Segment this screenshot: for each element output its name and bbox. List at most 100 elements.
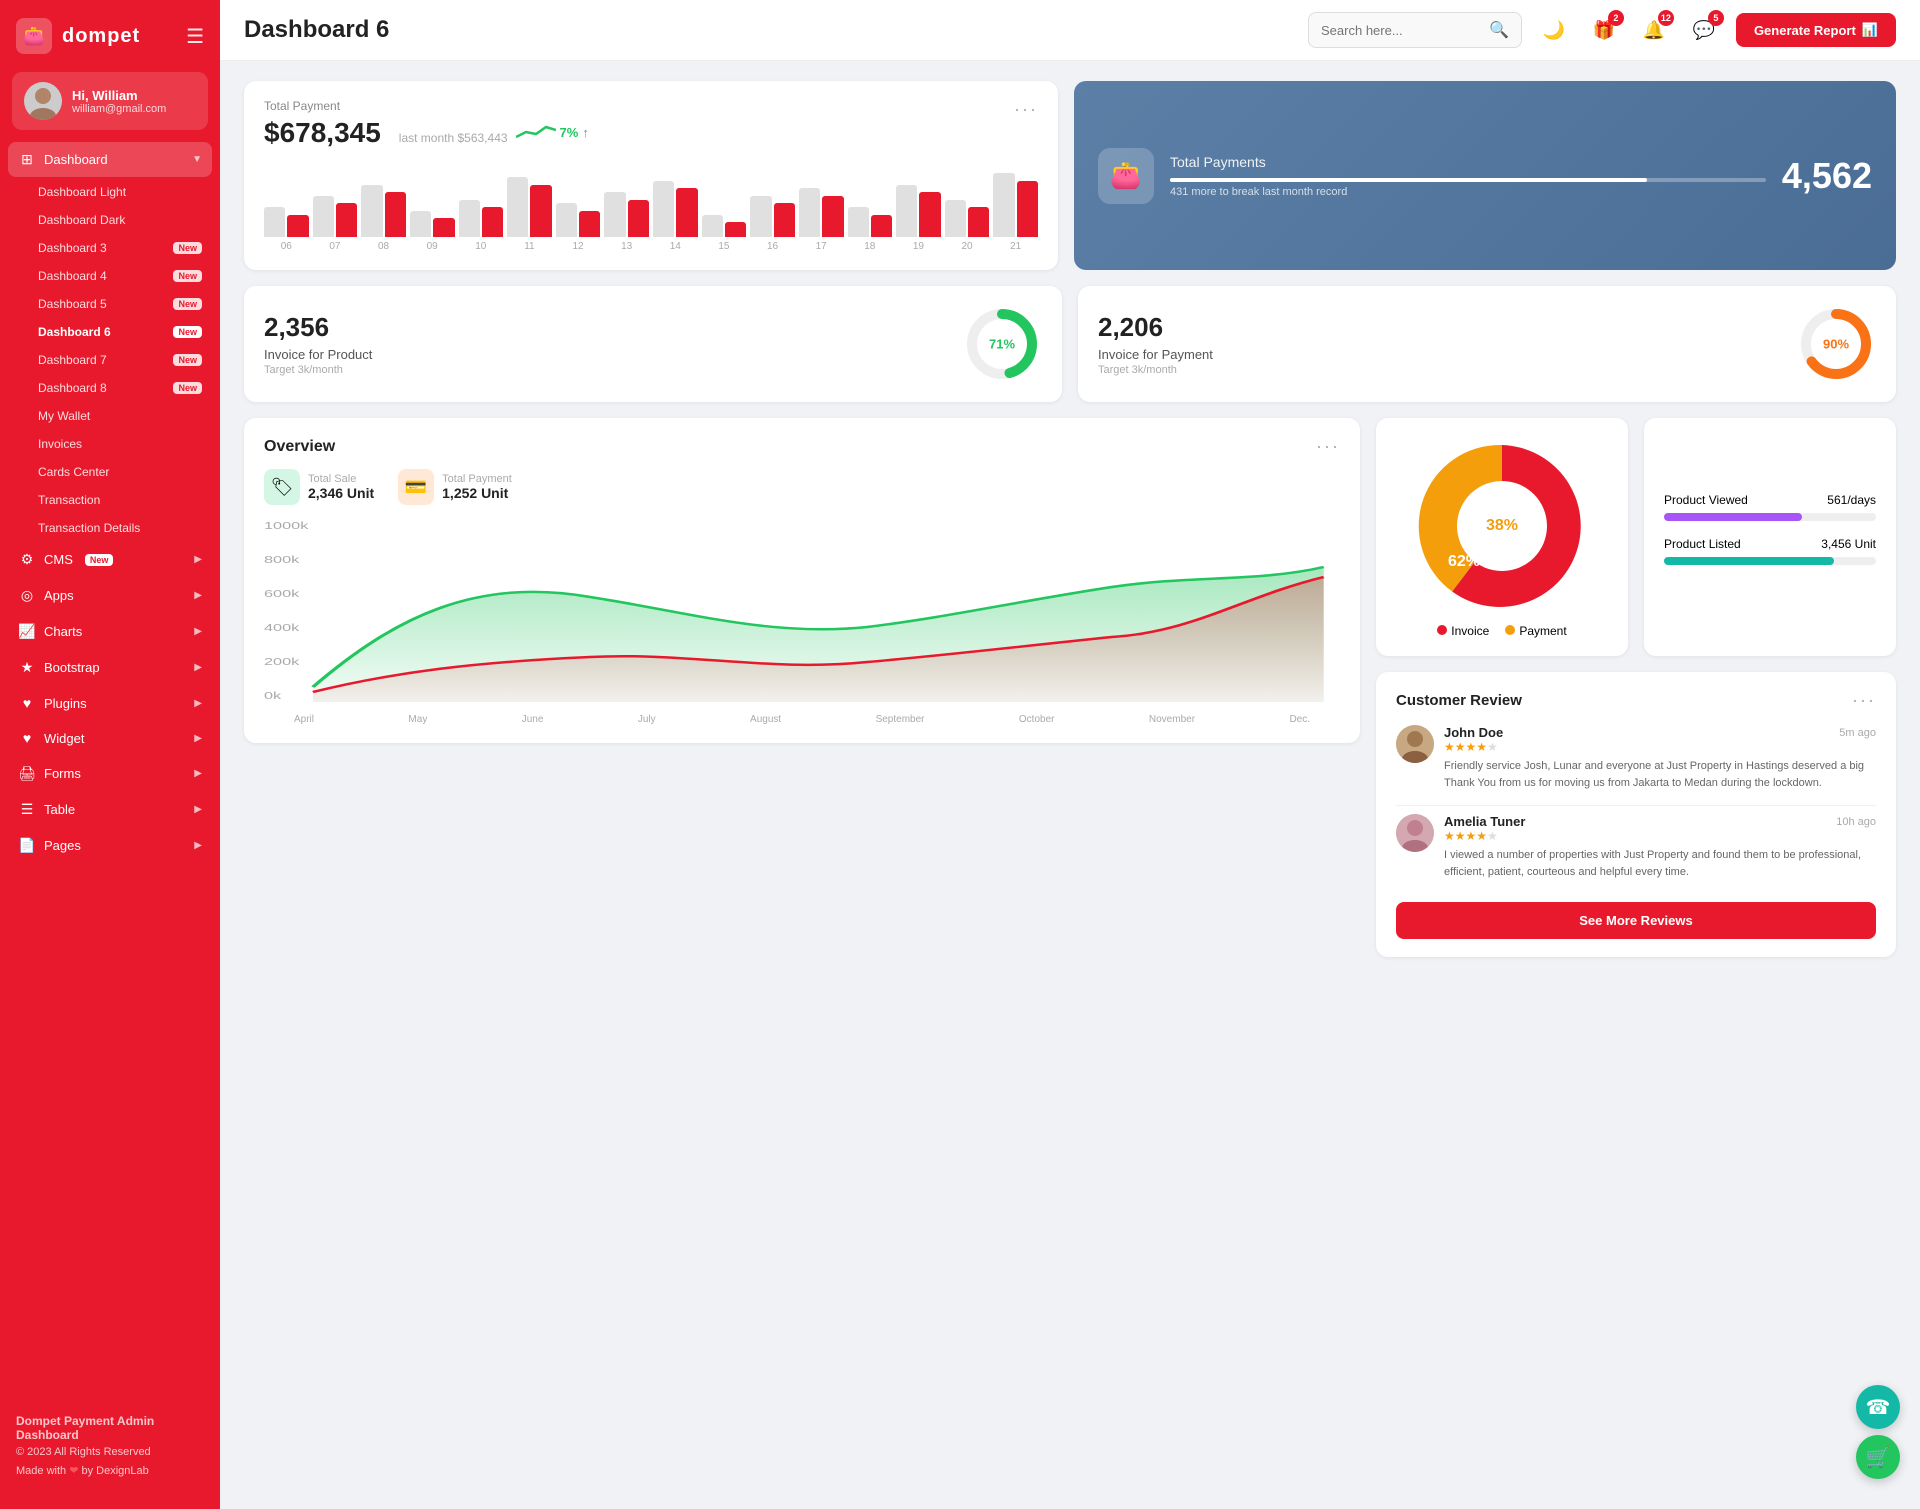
bar-group (459, 200, 504, 238)
bell-badge: 12 (1658, 10, 1674, 26)
inv-payment-number: 2,206 (1098, 312, 1213, 343)
review-more-button[interactable]: ··· (1852, 690, 1876, 711)
bar-gray (604, 192, 625, 237)
nav-item-bootstrap[interactable]: ★ Bootstrap ▶ (8, 650, 212, 685)
bar-group (507, 177, 552, 237)
nav-sub-item-dashboard-dark[interactable]: Dashboard Dark (28, 206, 212, 234)
nav-sub-item-dashboard3[interactable]: Dashboard 3 New (28, 234, 212, 262)
bar-red (676, 188, 697, 237)
nav-sub-menu: Dashboard Light Dashboard Dark Dashboard… (8, 178, 212, 542)
topbar: Dashboard 6 🔍 🌙 🎁 2 🔔 12 💬 5 Gen (220, 0, 1920, 61)
pie-legend: Invoice Payment (1437, 624, 1566, 638)
widget-icon: ♥ (18, 730, 36, 746)
footer-made: Made with ❤ by DexignLab (16, 1464, 204, 1477)
theme-toggle-button[interactable]: 🌙 (1536, 12, 1572, 48)
nav-sub-item-invoices[interactable]: Invoices (28, 430, 212, 458)
search-box[interactable]: 🔍 (1308, 12, 1522, 48)
nav-sub-item-dashboard5[interactable]: Dashboard 5 New (28, 290, 212, 318)
review-name-2: Amelia Tuner (1444, 814, 1525, 829)
bar-group (993, 173, 1038, 237)
review-stars-1: ★★★★★ (1444, 740, 1876, 754)
bar-red (579, 211, 600, 237)
see-more-reviews-button[interactable]: See More Reviews (1396, 902, 1876, 939)
nav-sub-item-dashboard7[interactable]: Dashboard 7 New (28, 346, 212, 374)
bar-labels: 06070809101112131415161718192021 (264, 241, 1038, 252)
forms-icon: 🖨 (18, 765, 36, 782)
nav-item-plugins[interactable]: ♥ Plugins ▶ (8, 686, 212, 720)
tp-header: Total Payment $678,345 last month $563,4… (264, 99, 1038, 149)
bar-group (604, 192, 649, 237)
tp-more-button[interactable]: ··· (1014, 99, 1038, 120)
review-item-1: John Doe 5m ago ★★★★★ Friendly service J… (1396, 725, 1876, 791)
nav-item-widget[interactable]: ♥ Widget ▶ (8, 721, 212, 755)
nav-sub-item-dashboard-light[interactable]: Dashboard Light (28, 178, 212, 206)
bar-group (556, 203, 601, 237)
support-float-button[interactable]: ☎ (1856, 1385, 1900, 1429)
row-2: 2,356 Invoice for Product Target 3k/mont… (244, 286, 1896, 402)
wallet-icon: 👛 (1098, 148, 1154, 204)
nav-sub-item-dashboard6[interactable]: Dashboard 6 New (28, 318, 212, 346)
sidebar: 👛 dompet ☰ Hi, William william@gmail.com… (0, 0, 220, 1509)
total-sale-label: Total Sale (308, 473, 374, 485)
bar-red (530, 185, 551, 238)
nav-item-pages[interactable]: 📄 Pages ▶ (8, 828, 212, 863)
nav-sub-item-transaction[interactable]: Transaction (28, 486, 212, 514)
bar-chart-icon: 📊 (1862, 22, 1878, 38)
nav-item-charts[interactable]: 📈 Charts ▶ (8, 614, 212, 649)
bar-group (702, 215, 747, 238)
nav-sub-item-transaction-details[interactable]: Transaction Details (28, 514, 212, 542)
support-icon: ☎ (1866, 1395, 1891, 1420)
overview-more-button[interactable]: ··· (1316, 436, 1340, 457)
gift-badge: 2 (1608, 10, 1624, 26)
overview-card: Overview ··· 🏷 Total Sale 2,346 Unit 💳 (244, 418, 1360, 743)
plugins-icon: ♥ (18, 695, 36, 711)
tp-amount: $678,345 (264, 117, 381, 149)
bar-group (313, 196, 358, 237)
cart-float-button[interactable]: 🛒 (1856, 1435, 1900, 1479)
gift-button[interactable]: 🎁 2 (1586, 12, 1622, 48)
bar-red (919, 192, 940, 237)
nav-section: ⊞ Dashboard ▼ Dashboard Light Dashboard … (0, 142, 220, 864)
bell-button[interactable]: 🔔 12 (1636, 12, 1672, 48)
charts-icon: 📈 (18, 623, 36, 640)
bar-group (361, 185, 406, 238)
bar-gray (799, 188, 820, 237)
tpb-number: 4,562 (1782, 155, 1872, 197)
search-input[interactable] (1321, 23, 1481, 38)
generate-report-button[interactable]: Generate Report 📊 (1736, 13, 1896, 47)
nav-item-dashboard[interactable]: ⊞ Dashboard ▼ (8, 142, 212, 177)
inv-product-target: Target 3k/month (264, 364, 372, 376)
bar-gray (750, 196, 771, 237)
nav-sub-item-dashboard4[interactable]: Dashboard 4 New (28, 262, 212, 290)
chat-button[interactable]: 💬 5 (1686, 12, 1722, 48)
right-column: 38% 62% Invoice Payment Pr (1376, 418, 1896, 957)
bootstrap-icon: ★ (18, 659, 36, 676)
product-listed-bar (1664, 557, 1834, 565)
nav-sub-item-dashboard8[interactable]: Dashboard 8 New (28, 374, 212, 402)
nav-item-apps[interactable]: ◎ Apps ▶ (8, 578, 212, 613)
bar-group (410, 211, 455, 237)
sidebar-footer: Dompet Payment Admin Dashboard © 2023 Al… (0, 1398, 220, 1493)
nav-item-cms[interactable]: ⚙ CMS New ▶ (8, 542, 212, 577)
bar-gray (264, 207, 285, 237)
user-email: william@gmail.com (72, 103, 166, 115)
nav-sub-item-cards-center[interactable]: Cards Center (28, 458, 212, 486)
nav-sub-item-mywallet[interactable]: My Wallet (28, 402, 212, 430)
bar-gray (459, 200, 480, 238)
nav-item-forms[interactable]: 🖨 Forms ▶ (8, 756, 212, 791)
product-viewed-value: 561/days (1827, 493, 1876, 507)
bar-red (871, 215, 892, 238)
bar-group (945, 200, 990, 238)
bar-group (896, 185, 941, 238)
bar-red (336, 203, 357, 237)
nav-item-table[interactable]: ☰ Table ▶ (8, 792, 212, 827)
payment-legend-dot (1505, 625, 1515, 635)
bar-gray (410, 211, 431, 237)
bar-gray (945, 200, 966, 238)
hamburger-button[interactable]: ☰ (186, 24, 204, 49)
tpb-sub: 431 more to break last month record (1170, 186, 1766, 198)
product-listed-stat: Product Listed 3,456 Unit (1664, 537, 1876, 565)
tp-bar-chart: 06070809101112131415161718192021 (264, 157, 1038, 252)
pie-payment-pct: 38% (1486, 517, 1518, 535)
bar-group (653, 181, 698, 237)
